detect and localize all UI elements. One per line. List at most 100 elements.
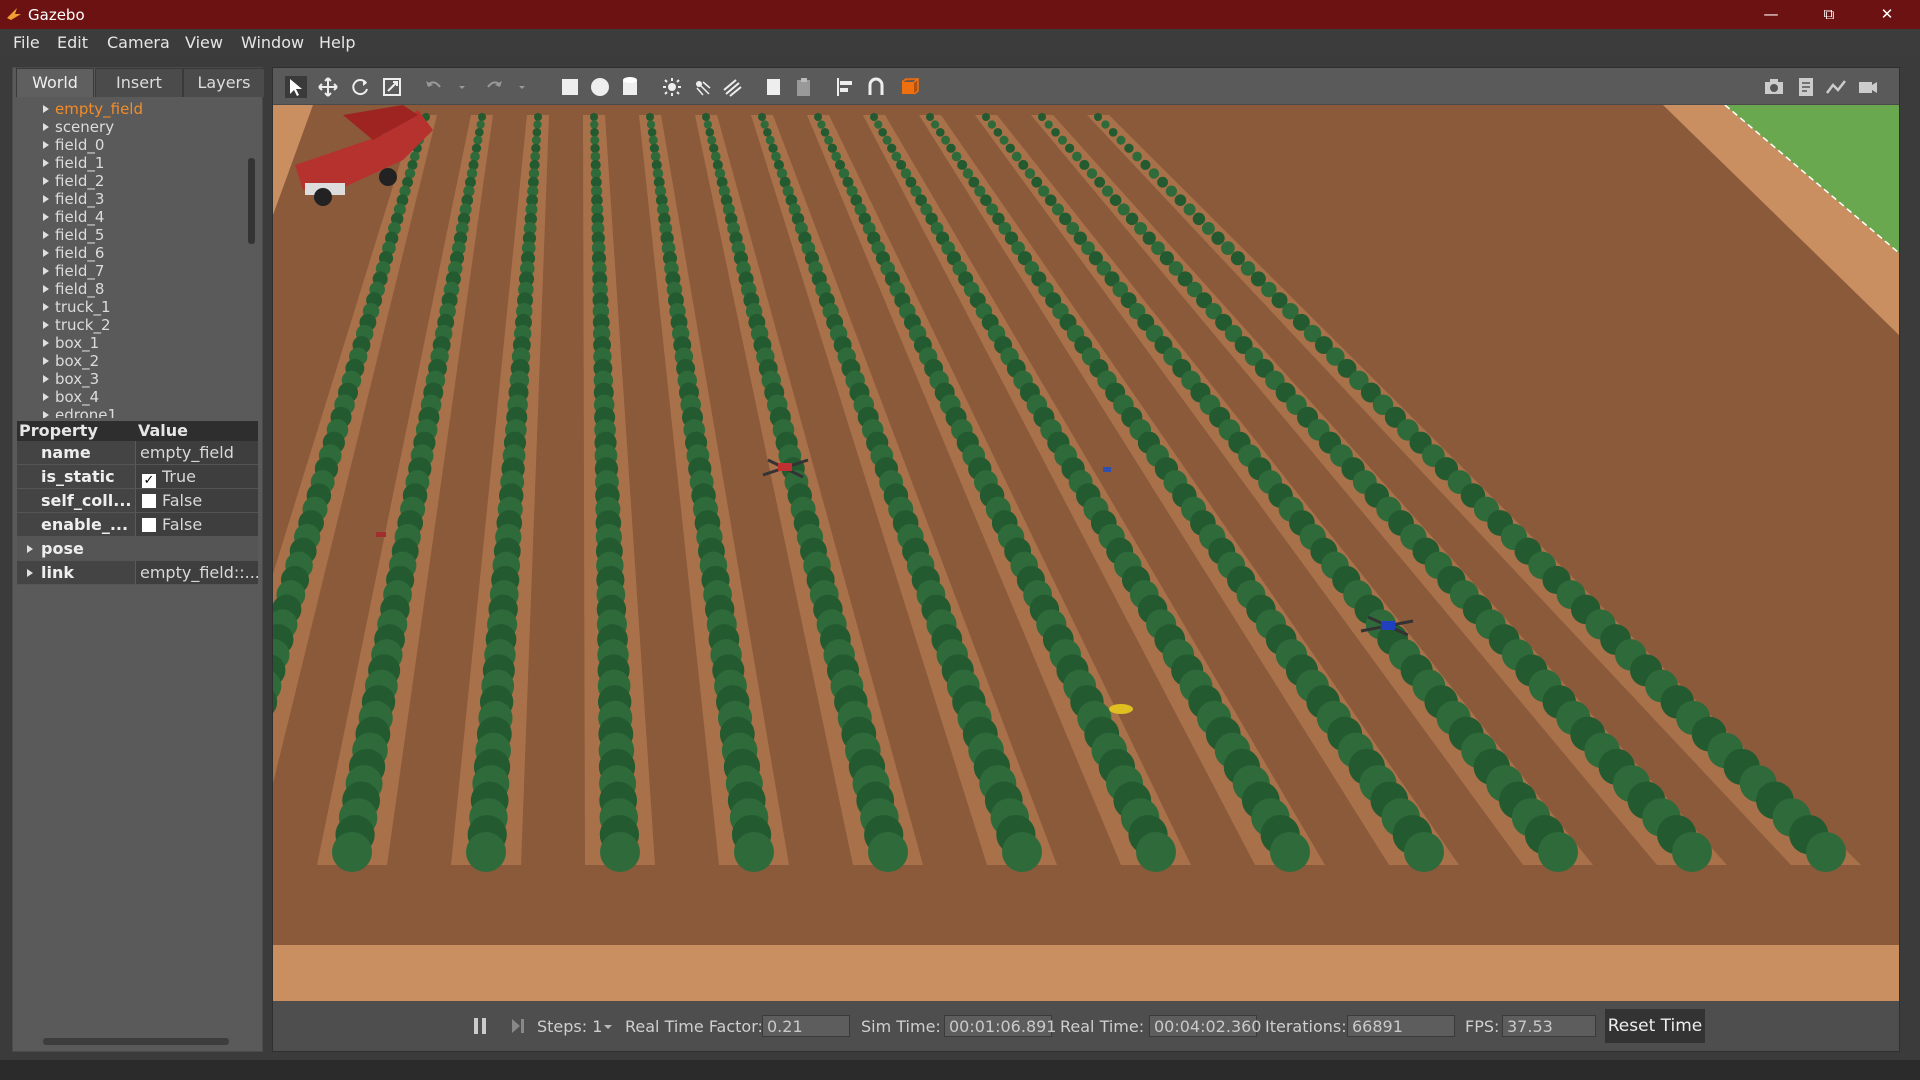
spot-light-icon[interactable]	[691, 76, 713, 98]
tree-item[interactable]: field_4	[43, 208, 104, 226]
menu-window[interactable]: Window	[241, 33, 304, 52]
steps-label[interactable]: Steps: 1	[537, 1017, 602, 1036]
close-button[interactable]: ✕	[1858, 0, 1916, 29]
prop-row-name[interactable]: name empty_field	[17, 441, 258, 465]
tree-item-label: field_0	[55, 136, 105, 154]
expand-arrow-icon[interactable]	[43, 321, 49, 329]
tree-item-label: box_2	[55, 352, 100, 370]
expand-arrow-icon[interactable]	[43, 267, 49, 275]
crop-plant	[1024, 168, 1036, 179]
prop-row-pose[interactable]: pose	[17, 537, 258, 561]
undo-history-dropdown-icon[interactable]	[451, 76, 473, 98]
expand-arrow-icon[interactable]	[43, 411, 49, 418]
checkbox-checked-icon[interactable]: ✓	[142, 474, 156, 488]
tree-item[interactable]: box_4	[43, 388, 99, 406]
tree-item[interactable]: empty_field	[43, 100, 143, 118]
prop-key: pose	[17, 537, 135, 560]
screenshot-camera-icon[interactable]	[1763, 76, 1785, 98]
prop-row-is-static[interactable]: is_static ✓ True	[17, 465, 258, 489]
tree-item[interactable]: field_1	[43, 154, 104, 172]
tree-item[interactable]: box_2	[43, 352, 100, 370]
expand-arrow-icon[interactable]	[43, 195, 49, 203]
scale-icon[interactable]	[381, 76, 403, 98]
expand-arrow-icon[interactable]	[43, 213, 49, 221]
checkbox-unchecked-icon[interactable]	[142, 494, 156, 508]
undo-icon[interactable]	[423, 76, 445, 98]
tree-item[interactable]: field_8	[43, 280, 104, 298]
restore-button[interactable]: ⧉	[1800, 0, 1858, 29]
menu-camera[interactable]: Camera	[107, 33, 170, 52]
snap-magnet-icon[interactable]	[865, 76, 887, 98]
steps-dropdown-icon[interactable]	[603, 1023, 613, 1031]
view-angle-icon[interactable]	[899, 76, 921, 98]
menu-file[interactable]: File	[13, 33, 40, 52]
tree-item[interactable]: truck_1	[43, 298, 111, 316]
expand-arrow-icon[interactable]	[43, 357, 49, 365]
tree-item[interactable]: field_5	[43, 226, 104, 244]
crop-plant	[1044, 194, 1057, 207]
expand-arrow-icon[interactable]	[43, 105, 49, 113]
tree-scrollbar[interactable]	[248, 158, 255, 244]
crop-plant	[1116, 135, 1126, 145]
minimize-button[interactable]: —	[1742, 0, 1800, 29]
tree-item[interactable]: edrone1	[43, 406, 117, 418]
tab-layers[interactable]: Layers	[183, 68, 265, 97]
expand-arrow-icon[interactable]	[43, 177, 49, 185]
copy-icon[interactable]	[763, 76, 785, 98]
prop-row-enable-wind[interactable]: enable_... False	[17, 513, 258, 537]
prop-row-self-collide[interactable]: self_coll... False	[17, 489, 258, 513]
prop-row-link[interactable]: link empty_field::...	[17, 561, 258, 585]
real-time-label: Real Time:	[1060, 1017, 1145, 1036]
expand-arrow-icon[interactable]	[43, 123, 49, 131]
expand-arrow-icon[interactable]	[43, 285, 49, 293]
translate-icon[interactable]	[317, 76, 339, 98]
expand-arrow-icon[interactable]	[43, 339, 49, 347]
prop-value-cell: False	[136, 513, 258, 536]
crop-plant	[814, 113, 822, 121]
align-icon[interactable]	[835, 76, 857, 98]
select-arrow-icon[interactable]	[285, 76, 307, 98]
sphere-shape-icon[interactable]	[589, 76, 611, 98]
tree-item[interactable]: field_6	[43, 244, 104, 262]
expand-arrow-icon[interactable]	[27, 545, 33, 553]
redo-icon[interactable]	[483, 76, 505, 98]
expand-arrow-icon[interactable]	[43, 393, 49, 401]
tree-item[interactable]: truck_2	[43, 316, 111, 334]
reset-time-button[interactable]: Reset Time	[1605, 1009, 1705, 1043]
rotate-icon[interactable]	[349, 76, 371, 98]
video-record-icon[interactable]	[1857, 76, 1879, 98]
3d-viewport[interactable]	[273, 105, 1899, 1001]
menu-view[interactable]: View	[185, 33, 223, 52]
expand-arrow-icon[interactable]	[43, 375, 49, 383]
tree-item[interactable]: box_1	[43, 334, 99, 352]
redo-history-dropdown-icon[interactable]	[511, 76, 533, 98]
step-forward-icon[interactable]	[509, 1016, 527, 1036]
expand-arrow-icon[interactable]	[27, 569, 33, 577]
menu-edit[interactable]: Edit	[57, 33, 88, 52]
directional-light-icon[interactable]	[721, 76, 743, 98]
tree-item[interactable]: field_2	[43, 172, 104, 190]
plot-icon[interactable]	[1825, 76, 1847, 98]
tab-world[interactable]: World	[16, 68, 94, 97]
cylinder-shape-icon[interactable]	[619, 76, 641, 98]
crop-plant	[409, 151, 420, 162]
expand-arrow-icon[interactable]	[43, 141, 49, 149]
paste-icon[interactable]	[793, 76, 815, 98]
menu-help[interactable]: Help	[319, 33, 355, 52]
checkbox-unchecked-icon[interactable]	[142, 518, 156, 532]
log-data-icon[interactable]	[1795, 76, 1817, 98]
tree-item[interactable]: field_7	[43, 262, 104, 280]
pause-icon[interactable]	[471, 1016, 489, 1036]
point-light-icon[interactable]	[661, 76, 683, 98]
tree-item[interactable]: field_3	[43, 190, 104, 208]
tree-item[interactable]: field_0	[43, 136, 105, 154]
expand-arrow-icon[interactable]	[43, 303, 49, 311]
tree-item[interactable]: scenery	[43, 118, 114, 136]
panel-horizontal-scrollbar[interactable]	[43, 1038, 229, 1045]
tree-item[interactable]: box_3	[43, 370, 99, 388]
box-shape-icon[interactable]	[559, 76, 581, 98]
expand-arrow-icon[interactable]	[43, 231, 49, 239]
expand-arrow-icon[interactable]	[43, 249, 49, 257]
tab-insert[interactable]: Insert	[95, 68, 183, 97]
expand-arrow-icon[interactable]	[43, 159, 49, 167]
